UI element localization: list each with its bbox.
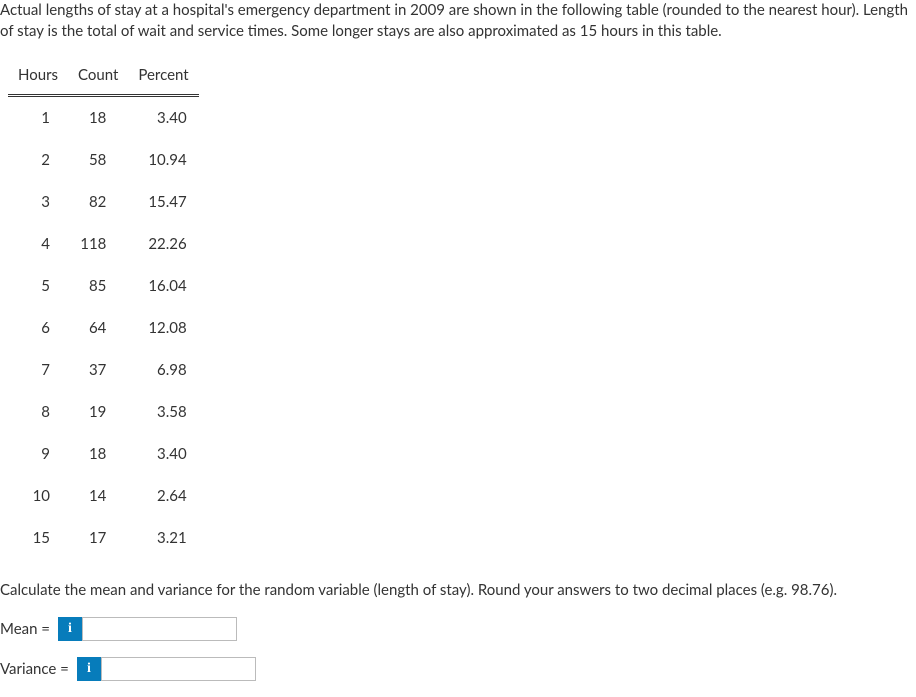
cell-count: 37 (68, 349, 128, 391)
mean-label: Mean = (0, 620, 50, 638)
table-row: 10 14 2.64 (8, 475, 199, 517)
table-row: 7 37 6.98 (8, 349, 199, 391)
header-hours: Hours (8, 60, 68, 96)
cell-hours: 6 (8, 307, 68, 349)
cell-count: 118 (68, 223, 128, 265)
intro-line-1: Actual lengths of stay at a hospital's e… (0, 1, 859, 19)
cell-count: 17 (68, 517, 128, 559)
table-row: 5 85 16.04 (8, 265, 199, 307)
header-count: Count (68, 60, 128, 96)
table-row: 15 17 3.21 (8, 517, 199, 559)
cell-percent: 22.26 (128, 223, 198, 265)
cell-count: 85 (68, 265, 128, 307)
header-percent: Percent (128, 60, 198, 96)
cell-count: 18 (68, 96, 128, 140)
cell-percent: 12.08 (128, 307, 198, 349)
cell-percent: 3.58 (128, 391, 198, 433)
cell-percent: 3.40 (128, 433, 198, 475)
cell-count: 18 (68, 433, 128, 475)
cell-count: 82 (68, 181, 128, 223)
table-body: 1 18 3.40 2 58 10.94 3 82 15.47 4 118 22… (8, 96, 199, 560)
table-row: 3 82 15.47 (8, 181, 199, 223)
cell-percent: 10.94 (128, 139, 198, 181)
cell-count: 58 (68, 139, 128, 181)
table-row: 8 19 3.58 (8, 391, 199, 433)
variance-label: Variance = (0, 660, 69, 678)
cell-count: 14 (68, 475, 128, 517)
cell-hours: 8 (8, 391, 68, 433)
problem-statement: Actual lengths of stay at a hospital's e… (0, 0, 916, 42)
data-table: Hours Count Percent 1 18 3.40 2 58 10.94… (8, 60, 199, 559)
cell-percent: 2.64 (128, 475, 198, 517)
table-row: 2 58 10.94 (8, 139, 199, 181)
mean-input[interactable] (82, 617, 237, 641)
cell-percent: 15.47 (128, 181, 198, 223)
table-header-row: Hours Count Percent (8, 60, 199, 96)
info-icon[interactable]: i (77, 657, 101, 681)
cell-count: 19 (68, 391, 128, 433)
cell-hours: 7 (8, 349, 68, 391)
cell-count: 64 (68, 307, 128, 349)
cell-hours: 9 (8, 433, 68, 475)
variance-answer-row: Variance = i (0, 657, 916, 681)
table-row: 9 18 3.40 (8, 433, 199, 475)
table-row: 1 18 3.40 (8, 96, 199, 140)
cell-percent: 16.04 (128, 265, 198, 307)
cell-hours: 2 (8, 139, 68, 181)
variance-input[interactable] (101, 657, 256, 681)
cell-hours: 1 (8, 96, 68, 140)
cell-hours: 4 (8, 223, 68, 265)
cell-hours: 15 (8, 517, 68, 559)
cell-percent: 6.98 (128, 349, 198, 391)
table-row: 6 64 12.08 (8, 307, 199, 349)
mean-answer-row: Mean = i (0, 617, 916, 641)
cell-percent: 3.40 (128, 96, 198, 140)
cell-hours: 5 (8, 265, 68, 307)
info-icon[interactable]: i (58, 617, 82, 641)
cell-hours: 10 (8, 475, 68, 517)
instruction-text: Calculate the mean and variance for the … (0, 581, 916, 599)
table-row: 4 118 22.26 (8, 223, 199, 265)
cell-percent: 3.21 (128, 517, 198, 559)
cell-hours: 3 (8, 181, 68, 223)
